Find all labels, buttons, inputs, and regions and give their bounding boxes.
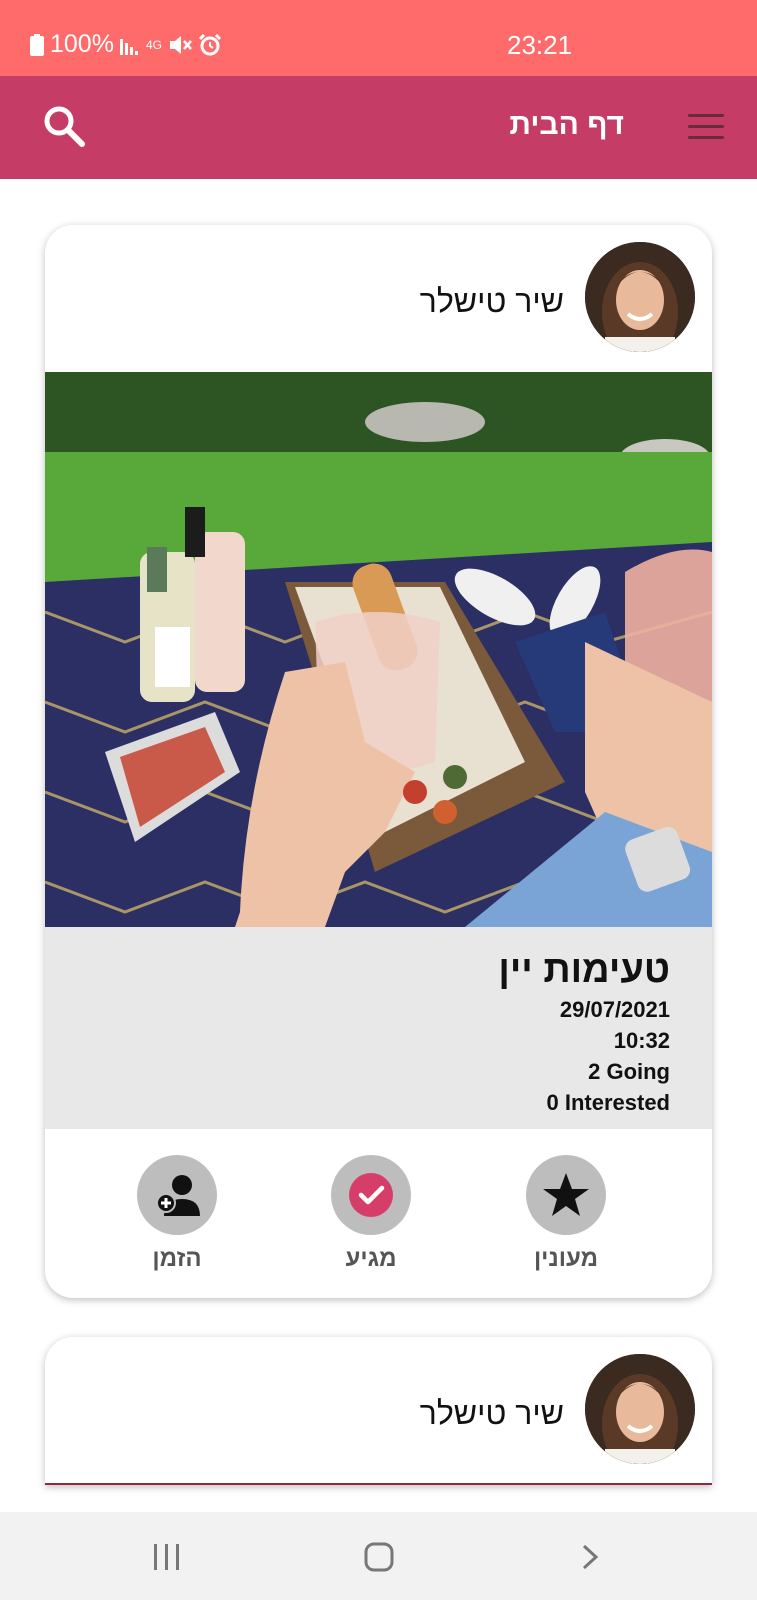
signal-icon — [119, 38, 138, 55]
going-count: 2 Going — [588, 1059, 670, 1084]
check-circle-icon — [349, 1173, 393, 1217]
mute-icon — [169, 35, 192, 54]
status-bar: 100% 4G 23:21 — [0, 0, 757, 76]
invite-label: הזמן — [152, 1245, 202, 1272]
event-photo[interactable] — [45, 372, 712, 927]
author-avatar[interactable] — [585, 1354, 695, 1464]
app-bar: דף הבית — [0, 76, 757, 179]
add-person-icon — [156, 1175, 200, 1216]
post-actions: מעונין מגיע הזמן — [45, 1129, 712, 1298]
star-icon — [543, 1173, 589, 1216]
going-label: מגיע — [345, 1245, 397, 1272]
hamburger-menu-icon — [688, 114, 724, 117]
event-title[interactable]: טעימות יין — [498, 949, 670, 992]
post-header: שיר טישלר — [45, 225, 712, 372]
author-name[interactable]: שיר טישלר — [420, 283, 564, 320]
avatar-image — [585, 1354, 695, 1464]
author-name[interactable]: שיר טישלר — [420, 1395, 564, 1432]
event-details: טעימות יין 29/07/2021 10:32 2 Going 0 In… — [45, 927, 712, 1129]
post-header: שיר טישלר — [45, 1337, 712, 1483]
invite-button[interactable]: הזמן — [107, 1155, 247, 1273]
alarm-icon — [198, 33, 222, 55]
recent-apps-icon[interactable] — [152, 1544, 182, 1570]
battery-percent: 100% — [50, 30, 114, 58]
post-card: שיר טישלר — [45, 1337, 712, 1485]
clock: 23:21 — [507, 30, 573, 60]
home-icon[interactable] — [364, 1542, 394, 1572]
author-avatar[interactable] — [585, 242, 695, 352]
post-card: שיר טישלר — [45, 225, 712, 1298]
search-icon — [44, 106, 85, 147]
interested-label: מעונין — [533, 1245, 599, 1272]
interested-count: 0 Interested — [546, 1090, 671, 1115]
interested-button[interactable]: מעונין — [496, 1155, 636, 1273]
network-type: 4G — [145, 37, 162, 52]
avatar-image — [585, 242, 695, 352]
going-button[interactable]: מגיע — [301, 1155, 441, 1273]
event-date: 29/07/2021 — [559, 997, 670, 1022]
picnic-photo-image — [45, 372, 712, 927]
page-title: דף הבית — [509, 108, 624, 141]
event-time: 10:32 — [613, 1028, 670, 1053]
menu-button[interactable] — [688, 114, 724, 140]
status-icons: 100% 4G — [30, 30, 222, 59]
battery-icon — [30, 33, 44, 56]
back-icon[interactable] — [580, 1543, 600, 1571]
search-button[interactable] — [42, 104, 86, 148]
system-nav-bar — [0, 1512, 757, 1600]
